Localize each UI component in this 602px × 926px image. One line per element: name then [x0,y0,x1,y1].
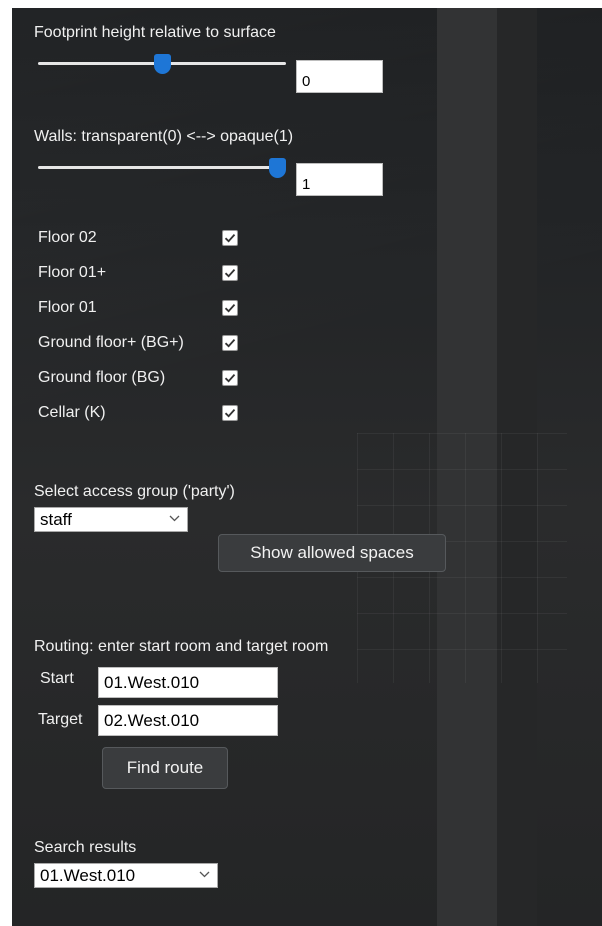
floor-label-cellar: Cellar (K) [38,404,106,421]
search-results-label: Search results [34,839,137,856]
check-icon [224,234,236,243]
search-results-select[interactable]: 01.West.010 [34,863,218,888]
chevron-down-icon [199,871,210,878]
control-panel: Footprint height relative to surface Wal… [12,8,602,926]
floor-checkbox-ground-floor-plus[interactable] [222,335,238,351]
floor-checkbox-floor-01[interactable] [222,300,238,316]
floor-label-floor-02: Floor 02 [38,229,97,246]
floor-checkbox-floor-01plus[interactable] [222,265,238,281]
walls-label: Walls: transparent(0) <--> opaque(1) [34,128,294,145]
floor-label-ground-floor: Ground floor (BG) [38,369,166,386]
walls-slider-thumb[interactable] [269,158,286,178]
floor-checkbox-floor-02[interactable] [222,230,238,246]
walls-value-input[interactable] [296,163,383,196]
routing-label: Routing: enter start room and target roo… [34,638,329,655]
target-room-input[interactable] [98,705,278,736]
access-group-selected: staff [40,510,72,529]
footprint-label: Footprint height relative to surface [34,24,276,41]
walls-slider-track[interactable] [38,166,286,169]
access-group-select[interactable]: staff [34,507,188,532]
search-results-selected: 01.West.010 [40,866,136,885]
show-allowed-spaces-button[interactable]: Show allowed spaces [218,534,446,572]
check-icon [224,304,236,313]
floor-label-ground-floor-plus: Ground floor+ (BG+) [38,334,184,351]
access-group-label: Select access group ('party') [34,483,235,500]
floor-label-floor-01plus: Floor 01+ [38,264,107,281]
footprint-slider-thumb[interactable] [153,54,171,74]
check-icon [224,269,236,278]
target-label: Target [38,711,83,728]
floor-checkbox-cellar[interactable] [222,405,238,421]
floor-label-floor-01: Floor 01 [38,299,97,316]
start-label: Start [40,670,74,687]
check-icon [224,339,236,348]
floor-checkbox-ground-floor[interactable] [222,370,238,386]
check-icon [224,409,236,418]
find-route-button[interactable]: Find route [102,747,228,789]
start-room-input[interactable] [98,667,278,698]
chevron-down-icon [169,515,180,522]
check-icon [224,374,236,383]
footprint-value-input[interactable] [296,60,383,93]
